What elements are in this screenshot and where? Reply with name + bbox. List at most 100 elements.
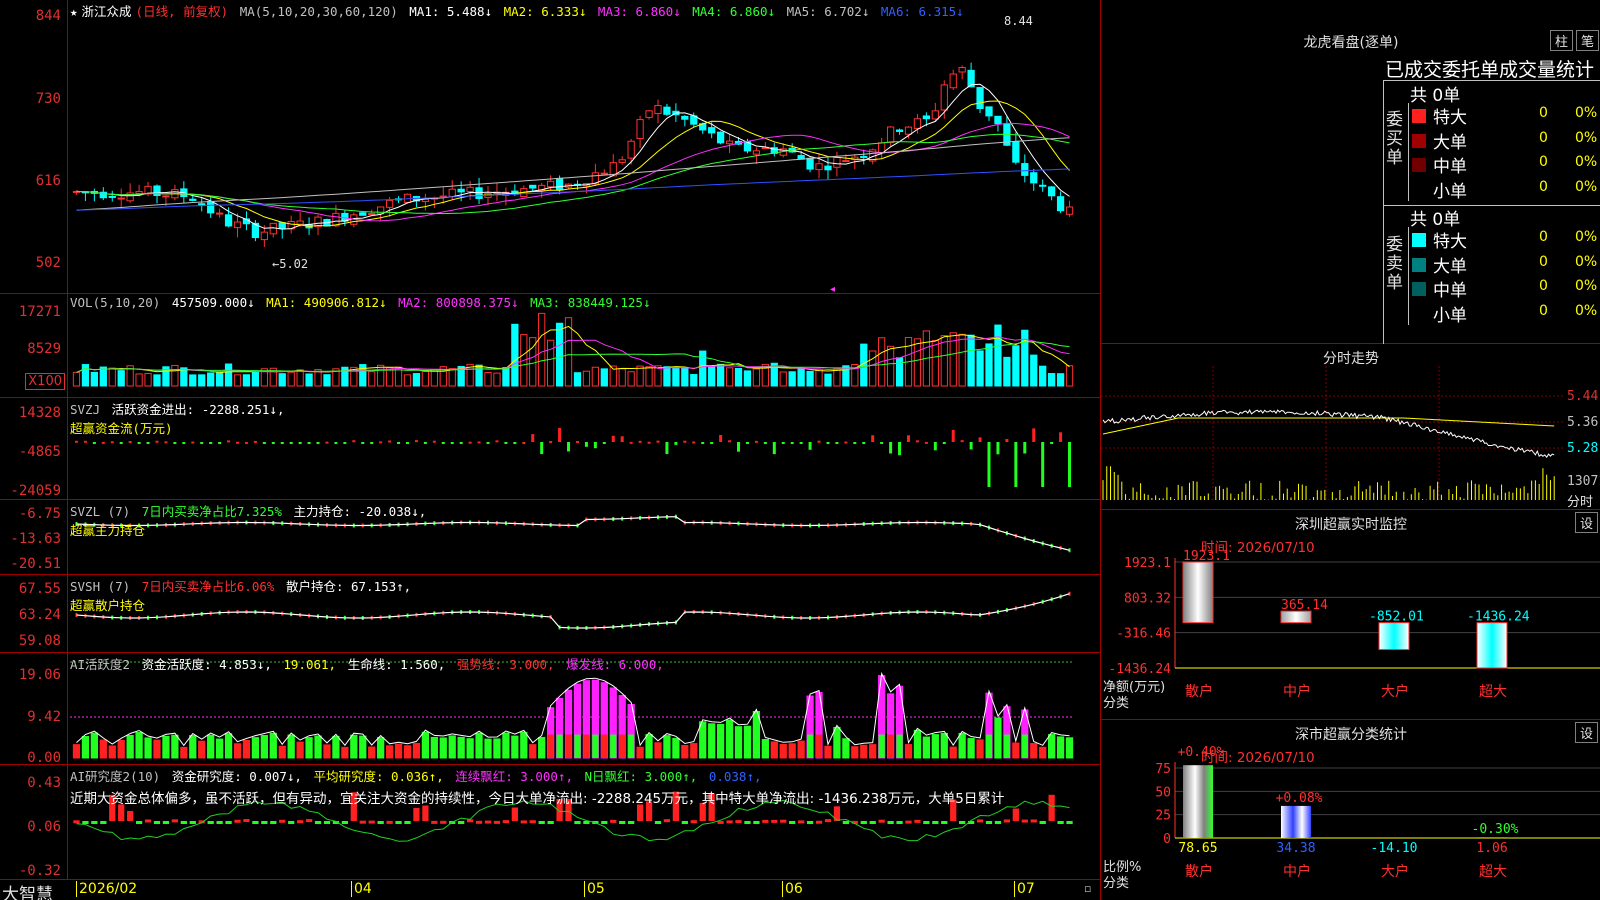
candle-body bbox=[475, 187, 483, 199]
candle-body bbox=[895, 129, 904, 132]
research-bar bbox=[413, 807, 420, 821]
research-bar bbox=[690, 820, 697, 824]
svzj-bar bbox=[289, 442, 293, 444]
ma-line bbox=[76, 168, 1070, 211]
research-bar bbox=[359, 820, 366, 824]
svzj-bar bbox=[719, 434, 723, 442]
research-bar bbox=[815, 820, 823, 824]
activity-bar bbox=[359, 735, 367, 759]
activity-bar bbox=[976, 739, 984, 759]
volume-bar bbox=[1003, 356, 1011, 387]
lhb-row-pct: 0% bbox=[1575, 253, 1598, 270]
activity-bar bbox=[224, 733, 233, 759]
lhb-count-button[interactable]: 笔 bbox=[1576, 30, 1600, 51]
sz-class-box[interactable]: 深市超赢分类统计 设 时间: 2026/07/10 75 50 25 0 +0.40% +… bbox=[1101, 720, 1600, 900]
research-bar bbox=[279, 819, 286, 823]
volume-title: VOL(5,10,20) 457509.000↓ MA1: 490906.812… bbox=[70, 295, 655, 310]
activity-bar bbox=[144, 737, 152, 759]
y-tick-label: 75 bbox=[1155, 762, 1171, 777]
candle-body bbox=[600, 172, 608, 175]
volume-panel[interactable]: 17271 8529 X100 VOL(5,10,20) 457509.000↓… bbox=[0, 294, 1100, 398]
research-bar bbox=[431, 820, 438, 824]
volume-bar bbox=[555, 322, 564, 387]
volume-bar bbox=[967, 334, 975, 387]
activity-base bbox=[1021, 734, 1028, 758]
svzj-bar bbox=[200, 442, 204, 444]
activity-bar bbox=[869, 744, 877, 759]
svzl-panel[interactable]: -6.75 -13.63 -20.51 SVZL (7) 7日内买卖净占比7.3… bbox=[0, 500, 1100, 575]
activity-bar bbox=[493, 738, 501, 759]
monitor-bar bbox=[1378, 622, 1410, 651]
activity-bar bbox=[126, 735, 134, 759]
intraday-chart[interactable] bbox=[1101, 344, 1600, 510]
svzj-bar bbox=[996, 442, 1000, 455]
research-bar bbox=[511, 807, 518, 821]
svzj-bar bbox=[540, 442, 544, 455]
svsh-panel[interactable]: 67.55 63.24 59.08 SVSH (7) 7日内买卖净占比6.06%… bbox=[0, 575, 1100, 653]
svzj-bar bbox=[629, 441, 633, 444]
volume-bar bbox=[716, 363, 725, 387]
svzj-bar bbox=[772, 442, 776, 455]
price-mode[interactable]: (日线, 前复权) bbox=[136, 4, 229, 19]
research-bar bbox=[386, 820, 393, 824]
svzj-bar bbox=[307, 442, 311, 444]
research-bar bbox=[985, 821, 993, 824]
svzj-bar bbox=[683, 440, 687, 443]
research-bar bbox=[654, 821, 662, 824]
activity-bar bbox=[108, 745, 116, 759]
sz-monitor-chart: 1923.1 803.32 -316.46 -1436.24 1923.1 散户 365.1… bbox=[1108, 549, 1600, 700]
svzj-bar bbox=[209, 442, 213, 444]
ai-research-panel[interactable]: 0.43 0.06 -0.32 AI研究度2(10) 资金研究度: 0.007↓… bbox=[0, 765, 1100, 880]
research-bar bbox=[100, 821, 107, 824]
svzj-bar bbox=[280, 442, 284, 444]
lhb-row-value: 0 bbox=[1539, 253, 1548, 270]
volume-bar bbox=[690, 374, 698, 387]
activity-bar bbox=[1012, 742, 1020, 759]
activity-bar bbox=[135, 731, 143, 759]
activity-bar bbox=[529, 744, 537, 759]
lhb-row: 小单 0 0% bbox=[1409, 301, 1600, 326]
research-bar bbox=[288, 821, 295, 824]
volume-bar bbox=[913, 338, 922, 387]
activity-bar bbox=[931, 734, 939, 759]
ma2-value: MA2: 6.333↓ bbox=[503, 4, 587, 19]
kline-panel[interactable]: 844 730 616 502 ◂ ★ 浙江众成 (日线, 前复权) MA(5,10… bbox=[0, 0, 1100, 294]
ai-activity-panel[interactable]: 19.06 9.42 0.00 AI活跃度2 资金活跃度: 4.853↓, 19… bbox=[0, 653, 1100, 766]
svsh-subtitle: 超赢散户持仓 bbox=[70, 598, 146, 613]
lock-icon[interactable]: ▫ bbox=[1084, 882, 1091, 895]
volume-bar bbox=[618, 368, 626, 387]
candle-body bbox=[842, 160, 850, 163]
kline-chart[interactable]: ◂ bbox=[0, 0, 1100, 294]
ai-lifeline: 生命线: 1.560, bbox=[347, 657, 446, 672]
volume-bar bbox=[645, 366, 653, 387]
y-tick-label: 0 bbox=[1163, 832, 1171, 847]
volume-bar bbox=[779, 371, 787, 387]
lhb-bar-button[interactable]: 柱 bbox=[1550, 30, 1574, 51]
candle-body bbox=[278, 222, 286, 230]
ai-activity-name: AI活跃度2 bbox=[70, 657, 131, 672]
vol-params: VOL(5,10,20) bbox=[70, 295, 161, 310]
bar-value-label: 365.14 bbox=[1281, 598, 1328, 613]
research-bar bbox=[475, 820, 483, 824]
research-bar bbox=[762, 819, 769, 823]
svzj-bar bbox=[513, 442, 517, 444]
svzj-bar bbox=[253, 440, 257, 443]
svzj-bar bbox=[361, 442, 365, 444]
activity-bar bbox=[484, 738, 492, 759]
activity-bar bbox=[385, 745, 394, 759]
activity-bar bbox=[242, 739, 251, 759]
research-bar bbox=[127, 810, 134, 821]
activity-base bbox=[601, 734, 608, 758]
candle-body bbox=[716, 131, 725, 144]
research-bar bbox=[305, 819, 313, 823]
sz-monitor-box[interactable]: 深圳超赢实时监控 设 时间: 2026/07/10 1923.1 803.32 -3… bbox=[1101, 510, 1600, 720]
legend-swatch bbox=[1412, 233, 1426, 247]
svzj-panel[interactable]: 14328 -4865 -24059 SVZJ 活跃资金进出: -2288.25… bbox=[0, 398, 1100, 500]
legend-swatch bbox=[1412, 183, 1426, 197]
intraday-box[interactable]: 分时走势 5.44 5.36 5.28 13071 分时 bbox=[1101, 344, 1600, 510]
svzj-bar bbox=[567, 442, 571, 452]
activity-bar bbox=[439, 737, 447, 759]
research-bar bbox=[994, 821, 1002, 824]
activity-bar bbox=[90, 732, 98, 759]
legend-swatch bbox=[1412, 307, 1426, 321]
